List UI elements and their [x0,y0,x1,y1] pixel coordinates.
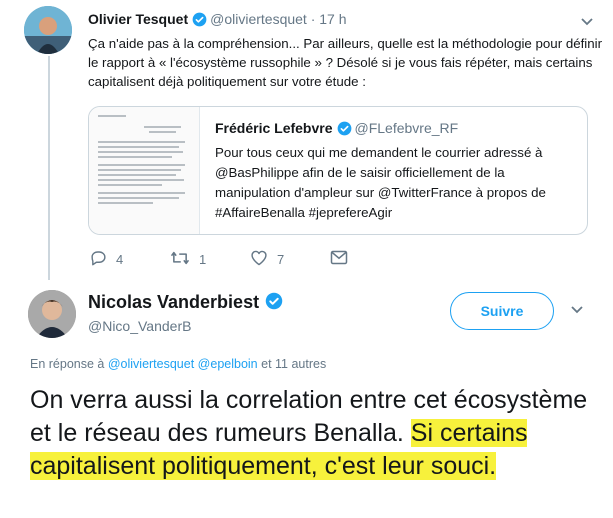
author-name[interactable]: Olivier Tesquet [88,11,188,27]
like-button[interactable]: 7 [250,250,284,269]
retweet-icon [170,250,190,269]
author-name[interactable]: Nicolas Vanderbiest [88,292,286,315]
like-icon [250,250,268,269]
reply-user-link[interactable]: @oliviertesquet [108,357,194,371]
chevron-down-icon[interactable] [570,302,584,320]
thread-connector-line [48,56,50,280]
follow-button[interactable]: Suivre [450,292,554,330]
dm-icon [330,250,348,268]
chevron-down-icon[interactable] [580,14,594,32]
dm-button[interactable] [330,250,348,268]
reply-context: En réponse à @oliviertesquet @epelboin e… [30,357,326,371]
reply-button[interactable]: 4 [90,250,123,269]
verified-badge-icon [265,292,283,315]
reply-count: 4 [116,252,124,267]
author-name-text[interactable]: Nicolas Vanderbiest [88,292,259,312]
reply-suffix[interactable]: et 11 autres [261,357,326,371]
avatar[interactable] [28,290,76,338]
avatar[interactable] [24,6,72,54]
quote-author-handle: @FLefebvre_RF [354,120,459,136]
author-handle[interactable]: @oliviertesquet [210,11,307,27]
tweet-text: Ça n'aide pas à la compréhension... Par … [88,36,603,89]
retweet-count: 1 [199,252,207,267]
quoted-tweet-card[interactable]: Frédéric Lefebvre @FLefebvre_RF Pour tous… [88,106,588,235]
author-handle[interactable]: @Nico_VanderB [88,318,191,334]
verified-badge-icon [337,121,352,140]
quote-author-name: Frédéric Lefebvre [215,120,333,136]
like-count: 7 [277,252,285,267]
tweet-time[interactable]: · 17 h [311,11,347,27]
document-thumbnail[interactable] [89,107,200,234]
reply-prefix: En réponse à [30,357,105,371]
quote-text: Pour tous ceux qui me demandent le courr… [215,145,546,220]
tweet-text: On verra aussi la correlation entre cet … [30,384,605,483]
retweet-button[interactable]: 1 [170,250,206,269]
reply-icon [90,250,107,269]
tweet-actions: 4 1 7 [90,250,390,270]
verified-badge-icon [192,12,207,31]
reply-user-link[interactable]: @epelboin [198,357,258,371]
